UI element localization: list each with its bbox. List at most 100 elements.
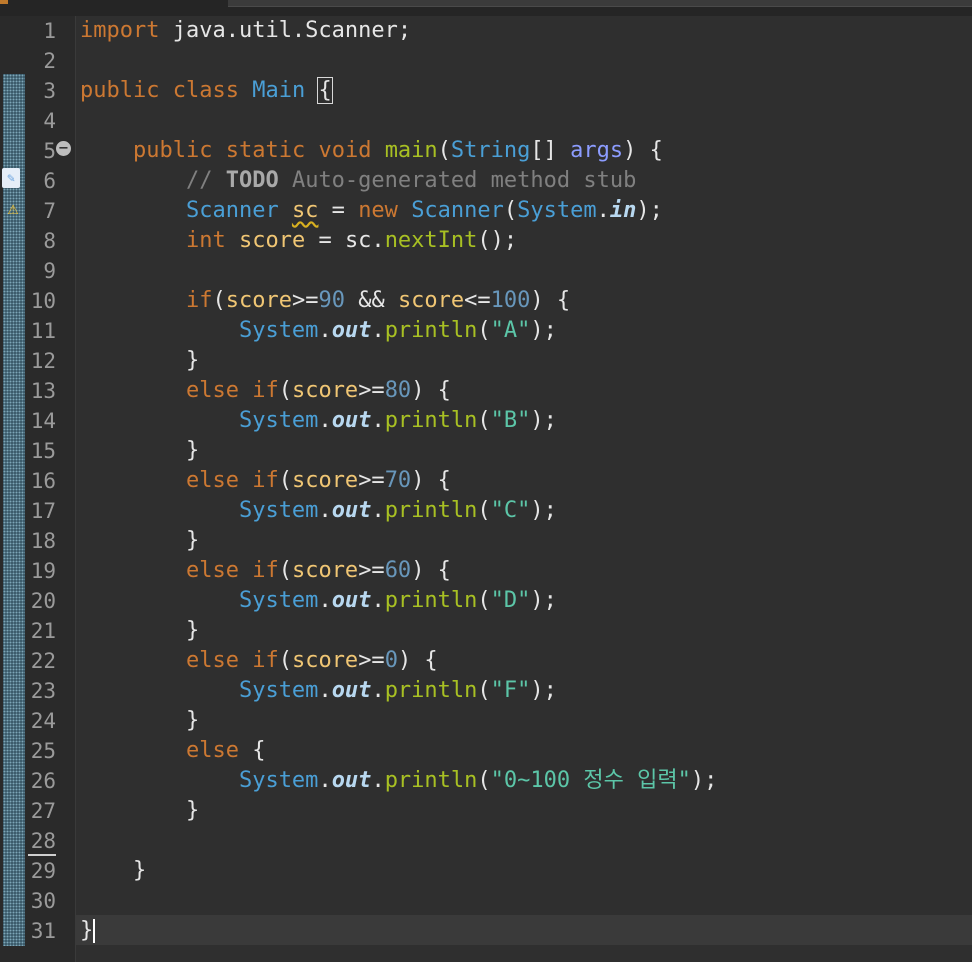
method-name: nextInt	[384, 228, 478, 253]
variable-name: score	[397, 288, 465, 313]
number-literal: 0	[384, 648, 398, 673]
keyword: static	[225, 138, 306, 163]
line-number: 11	[30, 319, 56, 343]
variable-name: score	[291, 468, 359, 493]
string-literal: "0~100 정수 입력"	[490, 768, 691, 793]
code-text: .	[318, 678, 332, 703]
parameter-name: args	[570, 138, 624, 163]
minus-circle-icon[interactable]: −	[56, 141, 71, 156]
keyword: else	[185, 738, 239, 763]
code-text: ) {	[530, 288, 571, 313]
keyword: else	[185, 468, 239, 493]
code-text: .	[596, 198, 610, 223]
line-number: 20	[30, 589, 56, 613]
code-text: );	[530, 408, 557, 433]
editor-tab-strip	[0, 0, 972, 16]
static-field: out	[331, 588, 372, 613]
keyword: public	[80, 78, 160, 103]
code-text: >=	[358, 468, 385, 493]
keyword: if	[252, 648, 279, 673]
todo-tag: TODO	[225, 168, 279, 193]
code-text: (	[278, 648, 292, 673]
keyword: if	[252, 468, 279, 493]
code-line-8: int score = sc.nextInt();	[80, 226, 970, 256]
number-literal: 70	[384, 468, 412, 493]
static-field: out	[331, 678, 372, 703]
line-number: 23	[30, 679, 56, 703]
static-field: out	[331, 498, 372, 523]
line-number: 6	[43, 169, 56, 193]
code-line-29: }	[80, 856, 970, 886]
line-number: 13	[30, 379, 56, 403]
code-text: (	[477, 408, 491, 433]
warning-icon[interactable]: ⚠	[2, 198, 24, 220]
code-text: .	[371, 768, 385, 793]
code-text: .	[318, 318, 332, 343]
line-number: 10	[30, 289, 56, 313]
code-text: (	[477, 678, 491, 703]
comment: //	[185, 168, 226, 193]
code-text-area[interactable]: import java.util.Scanner; public class M…	[80, 16, 970, 946]
code-line-13: else if(score>=80) {	[80, 376, 970, 406]
code-text: }	[185, 798, 200, 823]
code-line-10: if(score>=90 && score<=100) {	[80, 286, 970, 316]
code-text: .	[371, 408, 385, 433]
code-line-12: }	[80, 346, 970, 376]
code-text: <=	[464, 288, 491, 313]
code-text: >=	[358, 378, 385, 403]
code-text: .	[371, 318, 385, 343]
class-name: System	[517, 198, 597, 223]
code-line-27: }	[80, 796, 970, 826]
comment: Auto-generated method stub	[278, 168, 637, 193]
keyword: if	[252, 558, 279, 583]
code-text: {	[238, 738, 266, 763]
code-text: .	[318, 768, 332, 793]
line-number: 4	[43, 109, 56, 133]
code-editor[interactable]: ✎ ⚠ − 1 2 3 4 5 6 7 8 9 10 11 12 13 14 15 16 17 18 19 20 21 2…	[0, 0, 972, 962]
code-line-25: else {	[80, 736, 970, 766]
line-number: 8	[43, 229, 56, 253]
code-line-22: else if(score>=0) {	[80, 646, 970, 676]
code-text: .	[371, 498, 385, 523]
static-field: out	[331, 768, 372, 793]
code-text: =	[318, 198, 359, 223]
code-text: (	[477, 588, 491, 613]
class-name: System	[238, 768, 319, 793]
code-text: (	[477, 768, 491, 793]
variable-with-warning[interactable]: sc	[292, 198, 319, 223]
method-name: println	[384, 588, 478, 613]
code-text: (	[278, 558, 292, 583]
method-name: println	[384, 498, 478, 523]
line-number: 17	[30, 499, 56, 523]
code-text: (	[212, 288, 226, 313]
code-text: }	[185, 528, 200, 553]
line-number: 14	[30, 409, 56, 433]
code-text: }	[185, 348, 200, 373]
code-text: );	[530, 588, 557, 613]
code-text: .	[318, 498, 332, 523]
variable-name: score	[225, 288, 292, 313]
task-icon[interactable]: ✎	[2, 168, 20, 188]
code-text: ) {	[411, 378, 451, 403]
line-number: 12	[30, 349, 56, 373]
static-field: out	[331, 318, 372, 343]
code-text: ) {	[411, 468, 451, 493]
line-number: 28	[30, 829, 56, 853]
keyword: else	[185, 558, 239, 583]
keyword: else	[185, 378, 239, 403]
code-text: .	[371, 678, 385, 703]
class-name: Scanner	[411, 198, 504, 223]
line-number: 15	[30, 439, 56, 463]
line-number: 16	[30, 469, 56, 493]
text-cursor	[93, 919, 96, 943]
code-line-20: System.out.println("D");	[80, 586, 970, 616]
class-name: System	[238, 318, 319, 343]
string-literal: "D"	[490, 588, 531, 613]
keyword: if	[252, 378, 279, 403]
code-text: (	[477, 318, 491, 343]
line-number: 9	[43, 259, 56, 283]
line-number: 30	[30, 889, 56, 913]
